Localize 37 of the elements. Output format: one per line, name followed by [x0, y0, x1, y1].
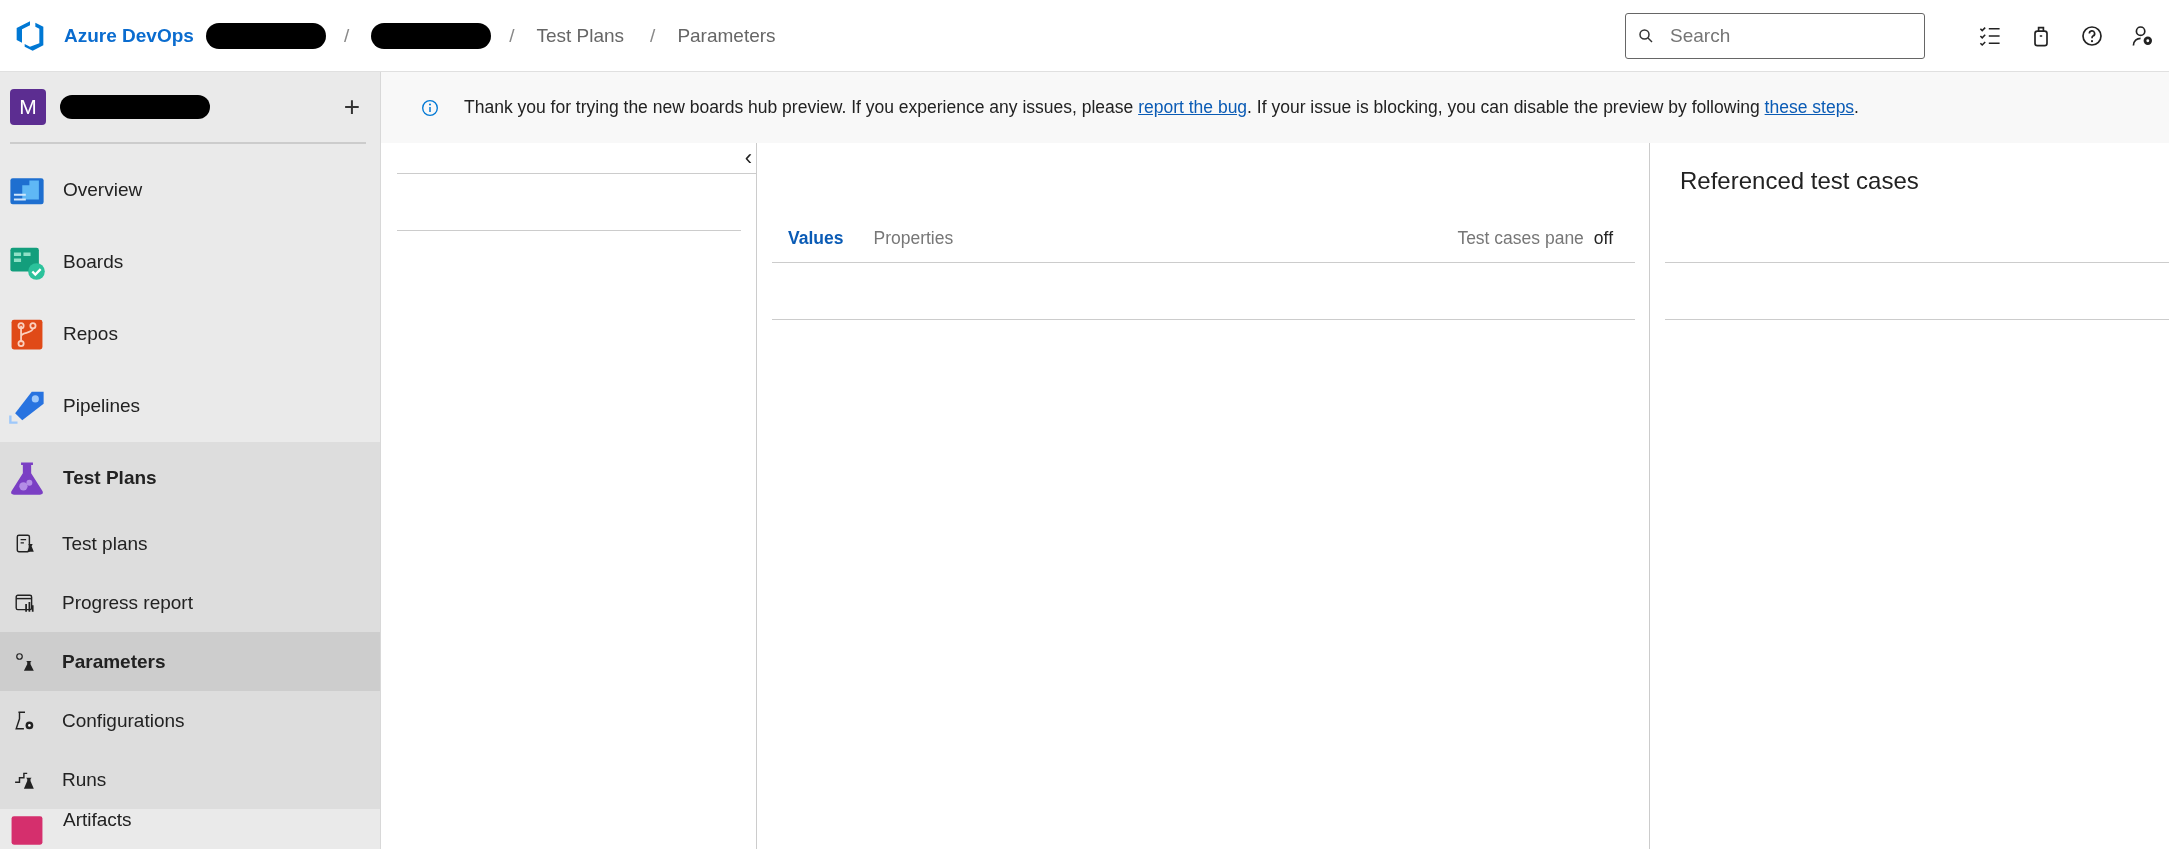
product-name[interactable]: Azure DevOps [64, 24, 194, 47]
tab[interactable]: Properties [873, 228, 954, 249]
breadcrumb-separator: / [509, 24, 515, 47]
flask-icon [14, 650, 36, 673]
breadcrumb-link[interactable]: Parameters [677, 24, 776, 47]
nav-subitem[interactable]: Runs [0, 750, 380, 809]
breadcrumb-separator: / [650, 24, 656, 47]
nav-subitem[interactable]: Parameters [0, 632, 380, 691]
info-icon [421, 98, 439, 117]
nav-item[interactable]: Artifacts [0, 809, 380, 845]
user-settings-icon[interactable] [2131, 23, 2155, 48]
toggle-label: Test cases pane [1457, 228, 1584, 249]
breadcrumb-separator: / [343, 24, 350, 47]
nav-subitem[interactable]: Configurations [0, 691, 380, 750]
clipboard-icon [14, 532, 36, 555]
tab[interactable]: Values [788, 228, 844, 249]
nav-item[interactable]: Pipelines [0, 370, 380, 442]
breadcrumb-link[interactable]: Test Plans [536, 24, 625, 47]
logo-icon[interactable] [14, 19, 46, 52]
search-field[interactable]: Search [1625, 12, 1925, 59]
nav-item[interactable]: Test Plans [0, 442, 380, 514]
nav-subitem[interactable]: Progress report [0, 573, 380, 632]
nav-item[interactable]: Overview [0, 154, 380, 226]
nav-subitem[interactable]: Test plans [0, 514, 380, 573]
nav-item[interactable]: Repos [0, 298, 380, 370]
instructions-link[interactable]: these steps [1764, 97, 1855, 117]
report-bug-link[interactable]: report the bug [1138, 97, 1248, 117]
collapse-button[interactable]: ‹ [740, 147, 756, 169]
nav-item[interactable]: Boards [0, 226, 380, 298]
help-icon[interactable] [2080, 23, 2104, 48]
project-avatar[interactable]: M [10, 89, 46, 125]
search-icon [1638, 27, 1654, 44]
flask-gear-icon [14, 709, 36, 732]
pane-title: Referenced test cases [1680, 167, 1920, 196]
preview-notice: Thank you for trying the new boards hub preview. If you experience any issues, please report the bug. If your issue is blocking, you can disable the preview by following these steps. [464, 97, 1859, 118]
toggle-state[interactable]: off [1593, 228, 1613, 249]
add-button[interactable]: + [337, 91, 366, 123]
